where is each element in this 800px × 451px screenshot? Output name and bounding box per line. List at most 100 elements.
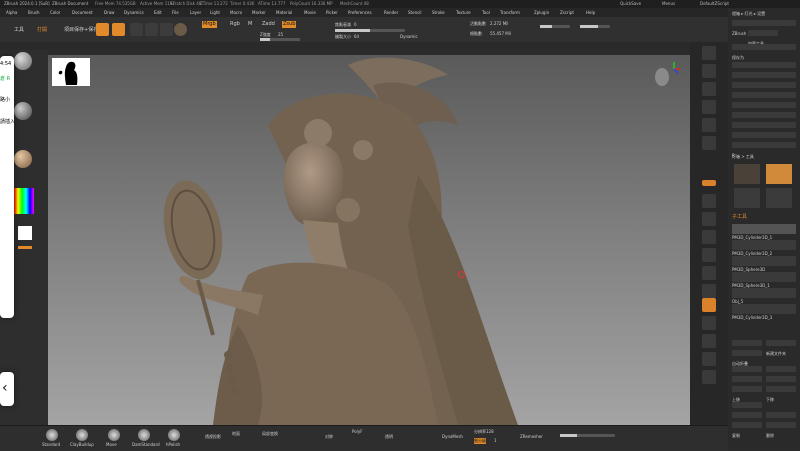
move-down-button[interactable]: 下移 — [766, 386, 796, 402]
focal-shift-slider[interactable] — [335, 29, 405, 32]
all-high-button[interactable]: 全部高 — [766, 366, 796, 382]
all-low-button[interactable]: 全部低 — [732, 366, 762, 382]
zremesher-label[interactable]: ZRemesher — [520, 434, 543, 440]
xyz-button[interactable] — [702, 230, 716, 244]
bpr-button[interactable] — [702, 46, 716, 60]
subtool-item[interactable]: PM3D_Sphere3D_1 — [732, 272, 796, 288]
menus-button[interactable]: Menus — [662, 1, 675, 7]
subtool-header[interactable]: 子工具 — [732, 214, 747, 221]
palette-row-visible[interactable]: 可见 — [732, 132, 796, 148]
tool-thumbnail-active[interactable] — [766, 164, 792, 184]
auto-collapse-button[interactable]: 自动折叠 — [732, 350, 762, 366]
toolbar-save-label[interactable]: 項目保存+保存 — [64, 27, 98, 34]
hpolish-brush-icon[interactable] — [168, 429, 180, 441]
palette-row-load-tool[interactable]: 加载工具 — [748, 30, 778, 46]
menu-item-tool[interactable]: Tool — [482, 10, 490, 16]
dynamic-toggle[interactable]: Dynamic — [400, 34, 418, 40]
up-button[interactable]: 向上 — [732, 376, 762, 392]
menu-item-marker[interactable]: Marker — [252, 10, 266, 16]
menu-item-material[interactable]: Material — [276, 10, 292, 16]
draw-mode-button[interactable] — [112, 23, 125, 36]
palette-row-goz[interactable]: GoZ — [732, 112, 796, 128]
transp-button[interactable] — [702, 334, 716, 348]
tool-thumbnail[interactable] — [734, 188, 760, 208]
rotate-mode-button[interactable] — [160, 23, 173, 36]
claybuildup-brush-icon[interactable] — [76, 429, 88, 441]
menu-item-help[interactable]: Help — [586, 10, 595, 16]
subtool-item[interactable]: PM3D_Cylinder3D_1 — [732, 224, 796, 240]
move-up-button[interactable]: 上移 — [732, 386, 762, 402]
dynamesh-label[interactable]: DynaMesh — [442, 434, 463, 440]
back-overlay-card[interactable]: ‹ — [0, 372, 14, 406]
color-slider[interactable] — [18, 246, 32, 249]
menu-item-draw[interactable]: Draw — [104, 10, 114, 16]
menu-item-picker[interactable]: Picker — [326, 10, 338, 16]
material-icon[interactable] — [14, 150, 32, 168]
zoom-button[interactable] — [702, 100, 716, 114]
quicksave-button[interactable]: QuickSave — [620, 1, 641, 7]
standard-brush-icon[interactable] — [46, 429, 58, 441]
tool-thumbnail[interactable] — [766, 188, 792, 208]
palette-row-polymesh[interactable]: 生成多边形网格 — [732, 102, 796, 118]
damstandard-brush-icon[interactable] — [138, 429, 150, 441]
navigation-head-icon[interactable] — [648, 59, 682, 91]
menu-item-stencil[interactable]: Stencil — [408, 10, 422, 16]
menu-item-file[interactable]: File — [172, 10, 179, 16]
default-zscript-button[interactable]: DefaultZScript — [700, 1, 729, 7]
tool-thumbnail[interactable] — [734, 164, 760, 184]
palette-row-copy[interactable]: 复制 — [732, 62, 796, 78]
spix-button[interactable] — [702, 64, 716, 78]
menu-item-texture[interactable]: Texture — [456, 10, 471, 16]
palette-row-save-as[interactable]: 保存为 — [732, 44, 796, 60]
scale-mode-button[interactable] — [145, 23, 158, 36]
floor-button[interactable] — [702, 194, 716, 208]
menu-item-zscript[interactable]: Zscript — [560, 10, 574, 16]
delete-button[interactable]: 删除 — [766, 422, 796, 438]
menu-item-stroke[interactable]: Stroke — [432, 10, 445, 16]
solo-button[interactable] — [702, 352, 716, 366]
palette-row-import[interactable]: 导入 — [732, 72, 796, 88]
list-all-button[interactable]: 列表全部 — [732, 340, 762, 356]
menu-item-layer[interactable]: Layer — [190, 10, 201, 16]
actual-button[interactable] — [702, 118, 716, 132]
color-picker-icon[interactable] — [14, 188, 34, 214]
menu-item-macro[interactable]: Macro — [230, 10, 242, 16]
rgb-toggle[interactable]: Rgb — [230, 21, 240, 28]
canvas-viewport[interactable] — [48, 55, 690, 425]
brush-sphere-icon[interactable] — [14, 52, 32, 70]
rename-button[interactable]: 重命名 — [732, 402, 762, 418]
zoom3d-button[interactable] — [702, 284, 716, 298]
zsub-toggle[interactable]: Zsub — [282, 21, 297, 28]
subdiv-label[interactable]: 细分级 — [474, 438, 486, 444]
menu-item-transform[interactable]: Transform — [500, 10, 520, 16]
menu-item-alpha[interactable]: Alpha — [6, 10, 17, 16]
subtool-item[interactable]: PM3D_Cylinder3D_2 — [732, 240, 796, 256]
frame-button[interactable] — [702, 248, 716, 262]
other-slider[interactable] — [580, 25, 610, 28]
bottom-slider[interactable] — [560, 434, 615, 437]
move-view-button[interactable] — [702, 266, 716, 280]
local-button[interactable] — [702, 212, 716, 226]
palette-row-all[interactable]: 全部 — [732, 122, 796, 138]
menu-item-preferences[interactable]: Preferences — [348, 10, 372, 16]
edit-mode-button[interactable] — [96, 23, 109, 36]
menu-item-document[interactable]: Document — [72, 10, 93, 16]
transparent-label[interactable]: 透明 — [385, 434, 393, 440]
color-swatch[interactable] — [18, 226, 32, 240]
menu-item-dynamics[interactable]: Dynamics — [124, 10, 144, 16]
duplicate-button[interactable]: 复制 — [732, 422, 762, 438]
local-transform-label[interactable]: 局部变换 — [262, 431, 278, 437]
zadd-toggle[interactable]: Zadd — [262, 21, 275, 28]
menu-item-render[interactable]: Render — [384, 10, 398, 16]
split-button[interactable]: 拆分 — [732, 412, 762, 428]
move-mode-button[interactable] — [130, 23, 143, 36]
back-arrow-icon[interactable]: ‹ — [2, 380, 8, 396]
subtool-item[interactable]: PM3D_Sphere3D — [732, 256, 796, 272]
subtool-item[interactable]: PM3D_Cylinder3D_3 — [732, 304, 796, 320]
persp-button[interactable] — [702, 180, 716, 186]
down-button[interactable]: 向下 — [766, 376, 796, 392]
palette-row-clone[interactable]: 克隆 — [732, 92, 796, 108]
symmetry-label[interactable]: 对称 — [325, 434, 333, 440]
rotate-view-button[interactable] — [702, 298, 716, 312]
palette-row-export[interactable]: 导出 — [732, 82, 796, 98]
